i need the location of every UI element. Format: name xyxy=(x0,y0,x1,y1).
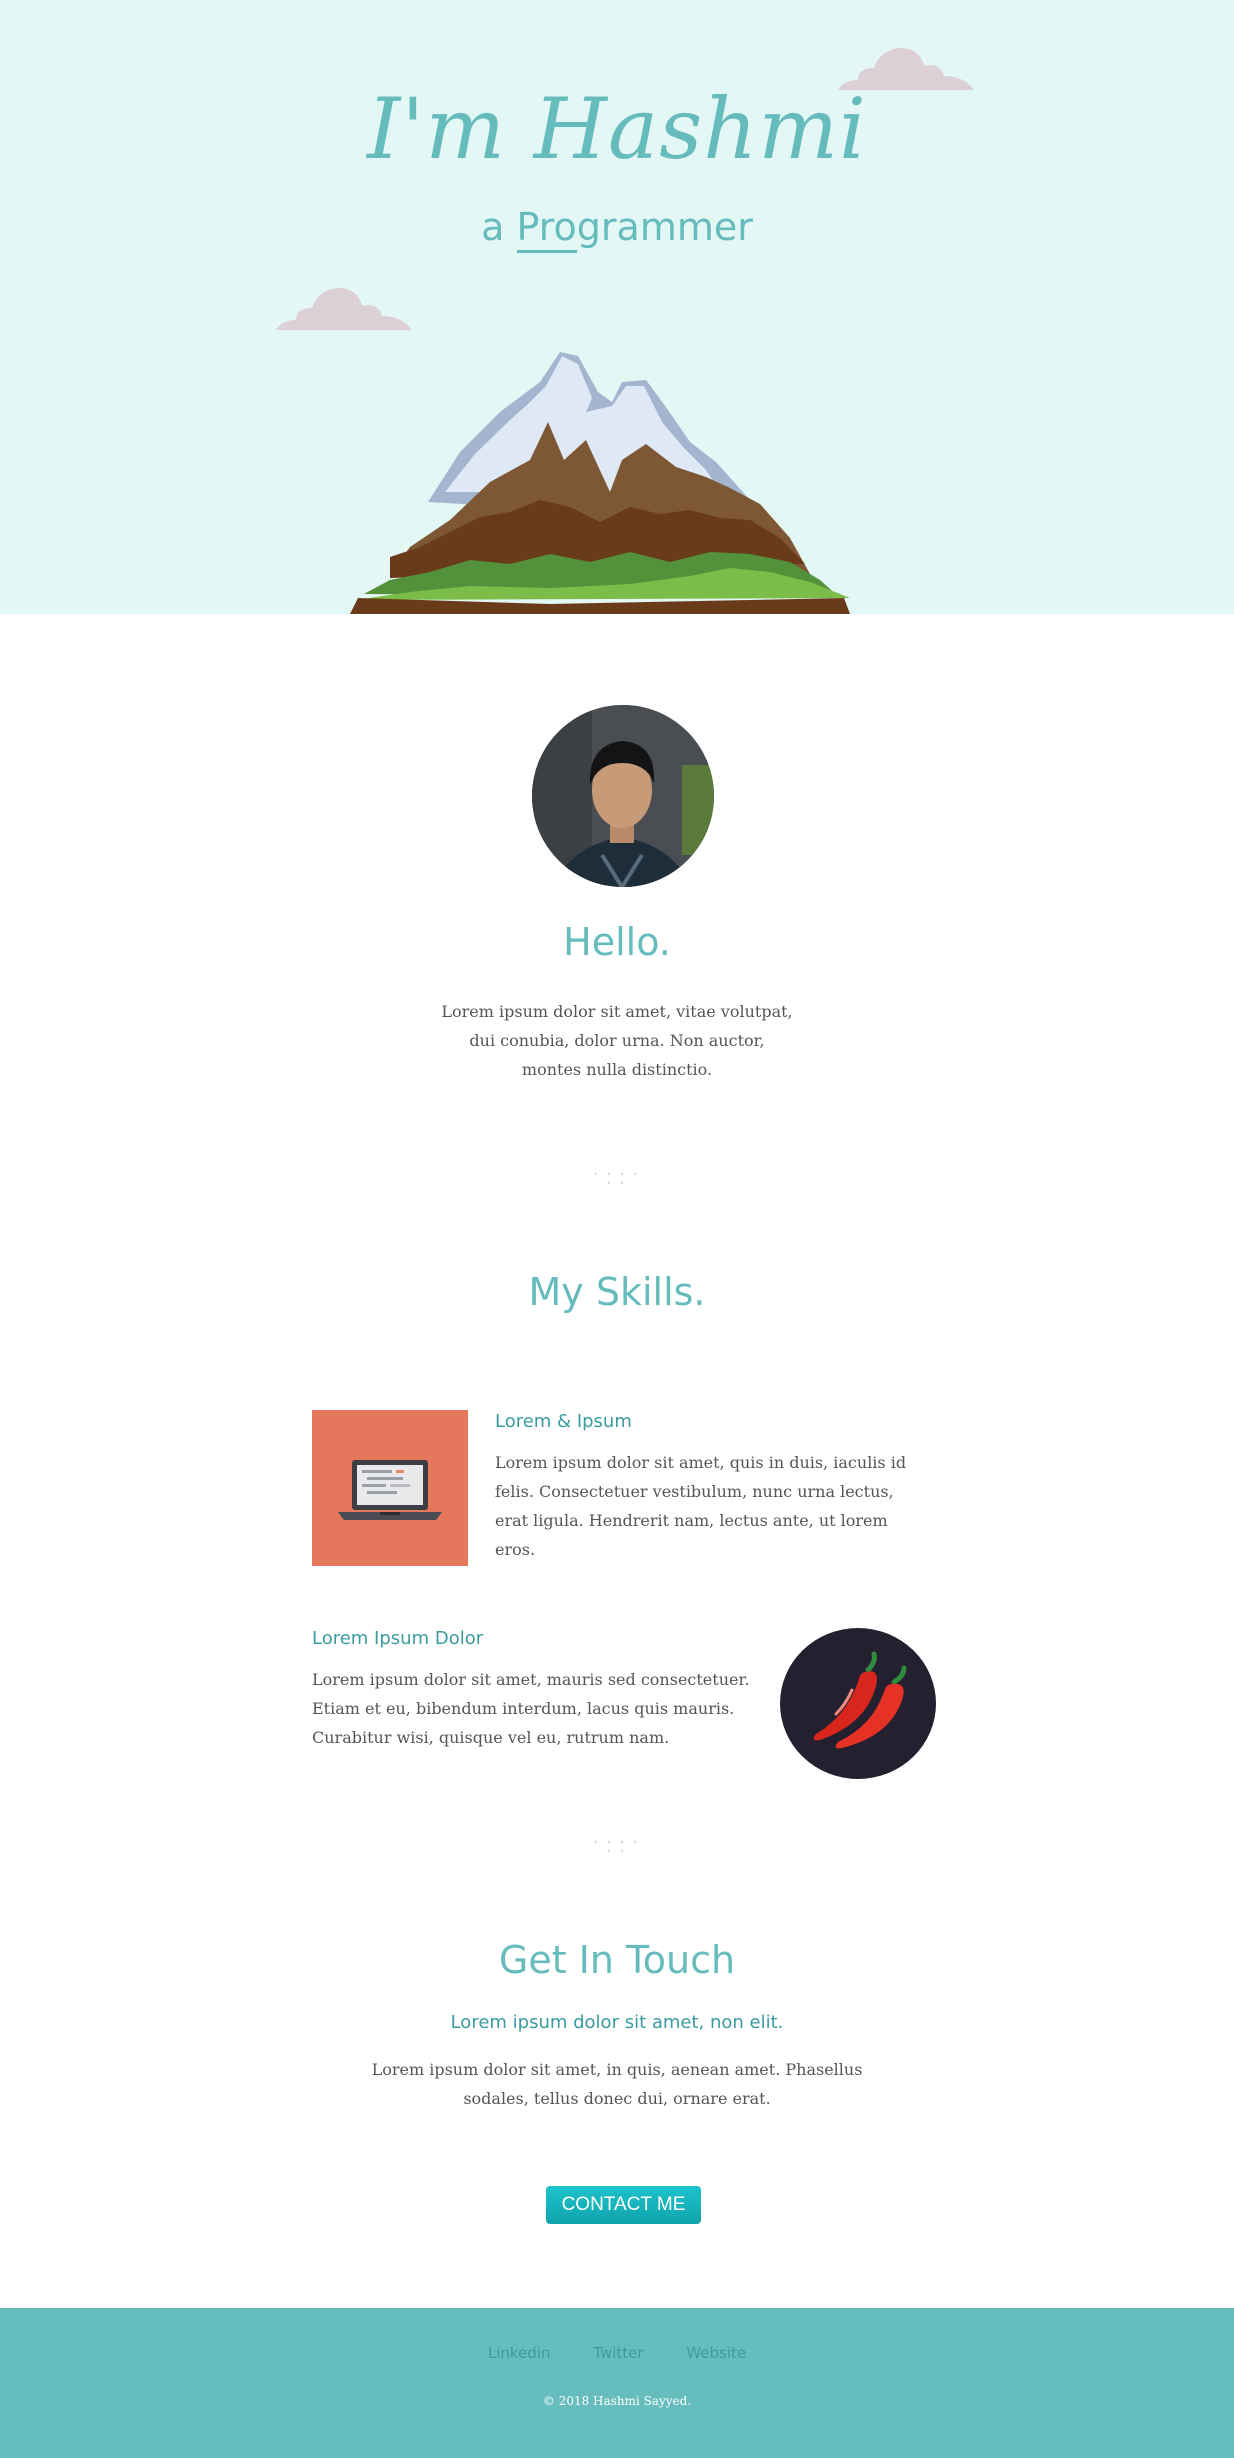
copyright-text: © 2018 Hashmi Sayyed. xyxy=(542,2394,692,2408)
hero-subtitle: a Programmer xyxy=(0,205,1234,253)
footer: Linkedin Twitter Website © 2018 Hashmi S… xyxy=(0,2308,1234,2458)
avatar xyxy=(532,705,714,887)
mountain-illustration xyxy=(350,352,850,614)
skill-image-chili xyxy=(780,1628,936,1779)
contact-text: Lorem ipsum dolor sit amet, in quis, aen… xyxy=(371,2060,863,2108)
section-divider: • • • • • • xyxy=(593,1170,641,1188)
linkedin-link[interactable]: Linkedin xyxy=(488,2344,551,2362)
hero-section: I'm Hashmi a Programmer xyxy=(0,0,1234,614)
twitter-link[interactable]: Twitter xyxy=(593,2344,643,2362)
skill-image-laptop xyxy=(312,1410,468,1566)
laptop-icon xyxy=(338,1460,442,1520)
skill-title: Lorem & Ipsum xyxy=(495,1411,632,1432)
skill-text: Lorem ipsum dolor sit amet, mauris sed c… xyxy=(312,1670,750,1747)
contact-subheading: Lorem ipsum dolor sit amet, non elit. xyxy=(450,2012,784,2033)
subtitle-typed-text: Pro xyxy=(516,205,577,253)
hero-title: I'm Hashmi xyxy=(367,80,867,178)
cloud-icon xyxy=(276,288,412,330)
website-link[interactable]: Website xyxy=(686,2344,746,2362)
contact-me-button[interactable]: CONTACT ME xyxy=(546,2186,701,2224)
skills-heading: My Skills. xyxy=(528,1270,706,1314)
footer-links: Linkedin Twitter Website xyxy=(0,2344,1234,2362)
subtitle-prefix: a xyxy=(481,205,517,249)
skill-text: Lorem ipsum dolor sit amet, quis in duis… xyxy=(495,1453,907,1559)
about-heading: Hello. xyxy=(563,920,671,964)
contact-heading: Get In Touch xyxy=(498,1938,736,1982)
subtitle-rest: grammer xyxy=(576,205,753,249)
section-divider: • • • • • • xyxy=(593,1838,641,1856)
profile-photo xyxy=(532,705,714,887)
chili-peppers-icon xyxy=(813,1651,907,1749)
skill-title: Lorem Ipsum Dolor xyxy=(312,1628,484,1649)
about-text: Lorem ipsum dolor sit amet, vitae volutp… xyxy=(441,1002,793,1079)
